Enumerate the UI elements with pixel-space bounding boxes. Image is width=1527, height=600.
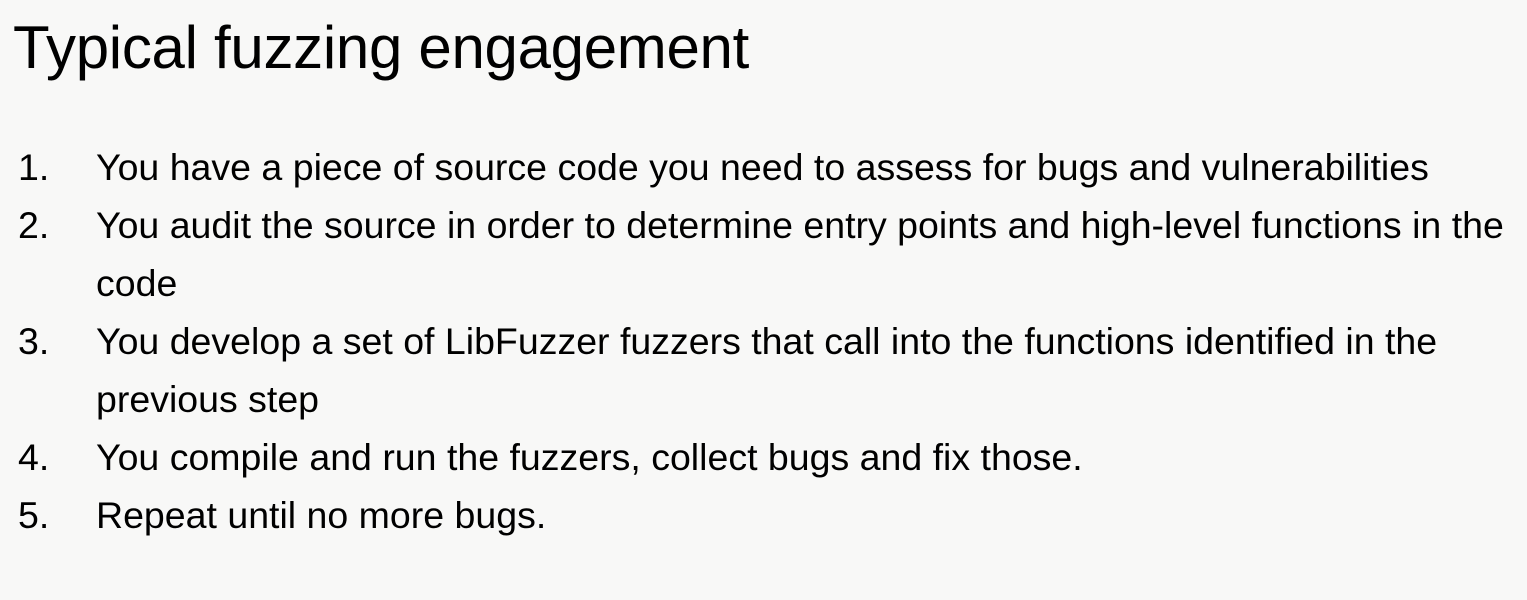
step-number: 2. (18, 204, 50, 246)
step-text: Repeat until no more bugs. (96, 494, 547, 536)
step-text: You have a piece of source code you need… (96, 146, 1429, 188)
step-4: 4. You compile and run the fuzzers, coll… (0, 428, 1516, 486)
step-text: You develop a set of LibFuzzer fuzzers t… (96, 320, 1438, 420)
step-number: 3. (18, 320, 50, 362)
step-1: 1. You have a piece of source code you n… (0, 138, 1516, 196)
slide: Typical fuzzing engagement 1. You have a… (0, 0, 1527, 600)
step-3: 3. You develop a set of LibFuzzer fuzzer… (0, 312, 1516, 428)
steps-list: 1. You have a piece of source code you n… (0, 138, 1527, 544)
step-number: 1. (18, 146, 50, 188)
step-text: You compile and run the fuzzers, collect… (96, 436, 1083, 478)
slide-title: Typical fuzzing engagement (13, 14, 749, 81)
step-2: 2. You audit the source in order to dete… (0, 196, 1516, 312)
step-5: 5. Repeat until no more bugs. (0, 486, 1516, 544)
step-text: You audit the source in order to determi… (96, 204, 1504, 304)
step-number: 4. (18, 436, 50, 478)
step-number: 5. (18, 494, 50, 536)
